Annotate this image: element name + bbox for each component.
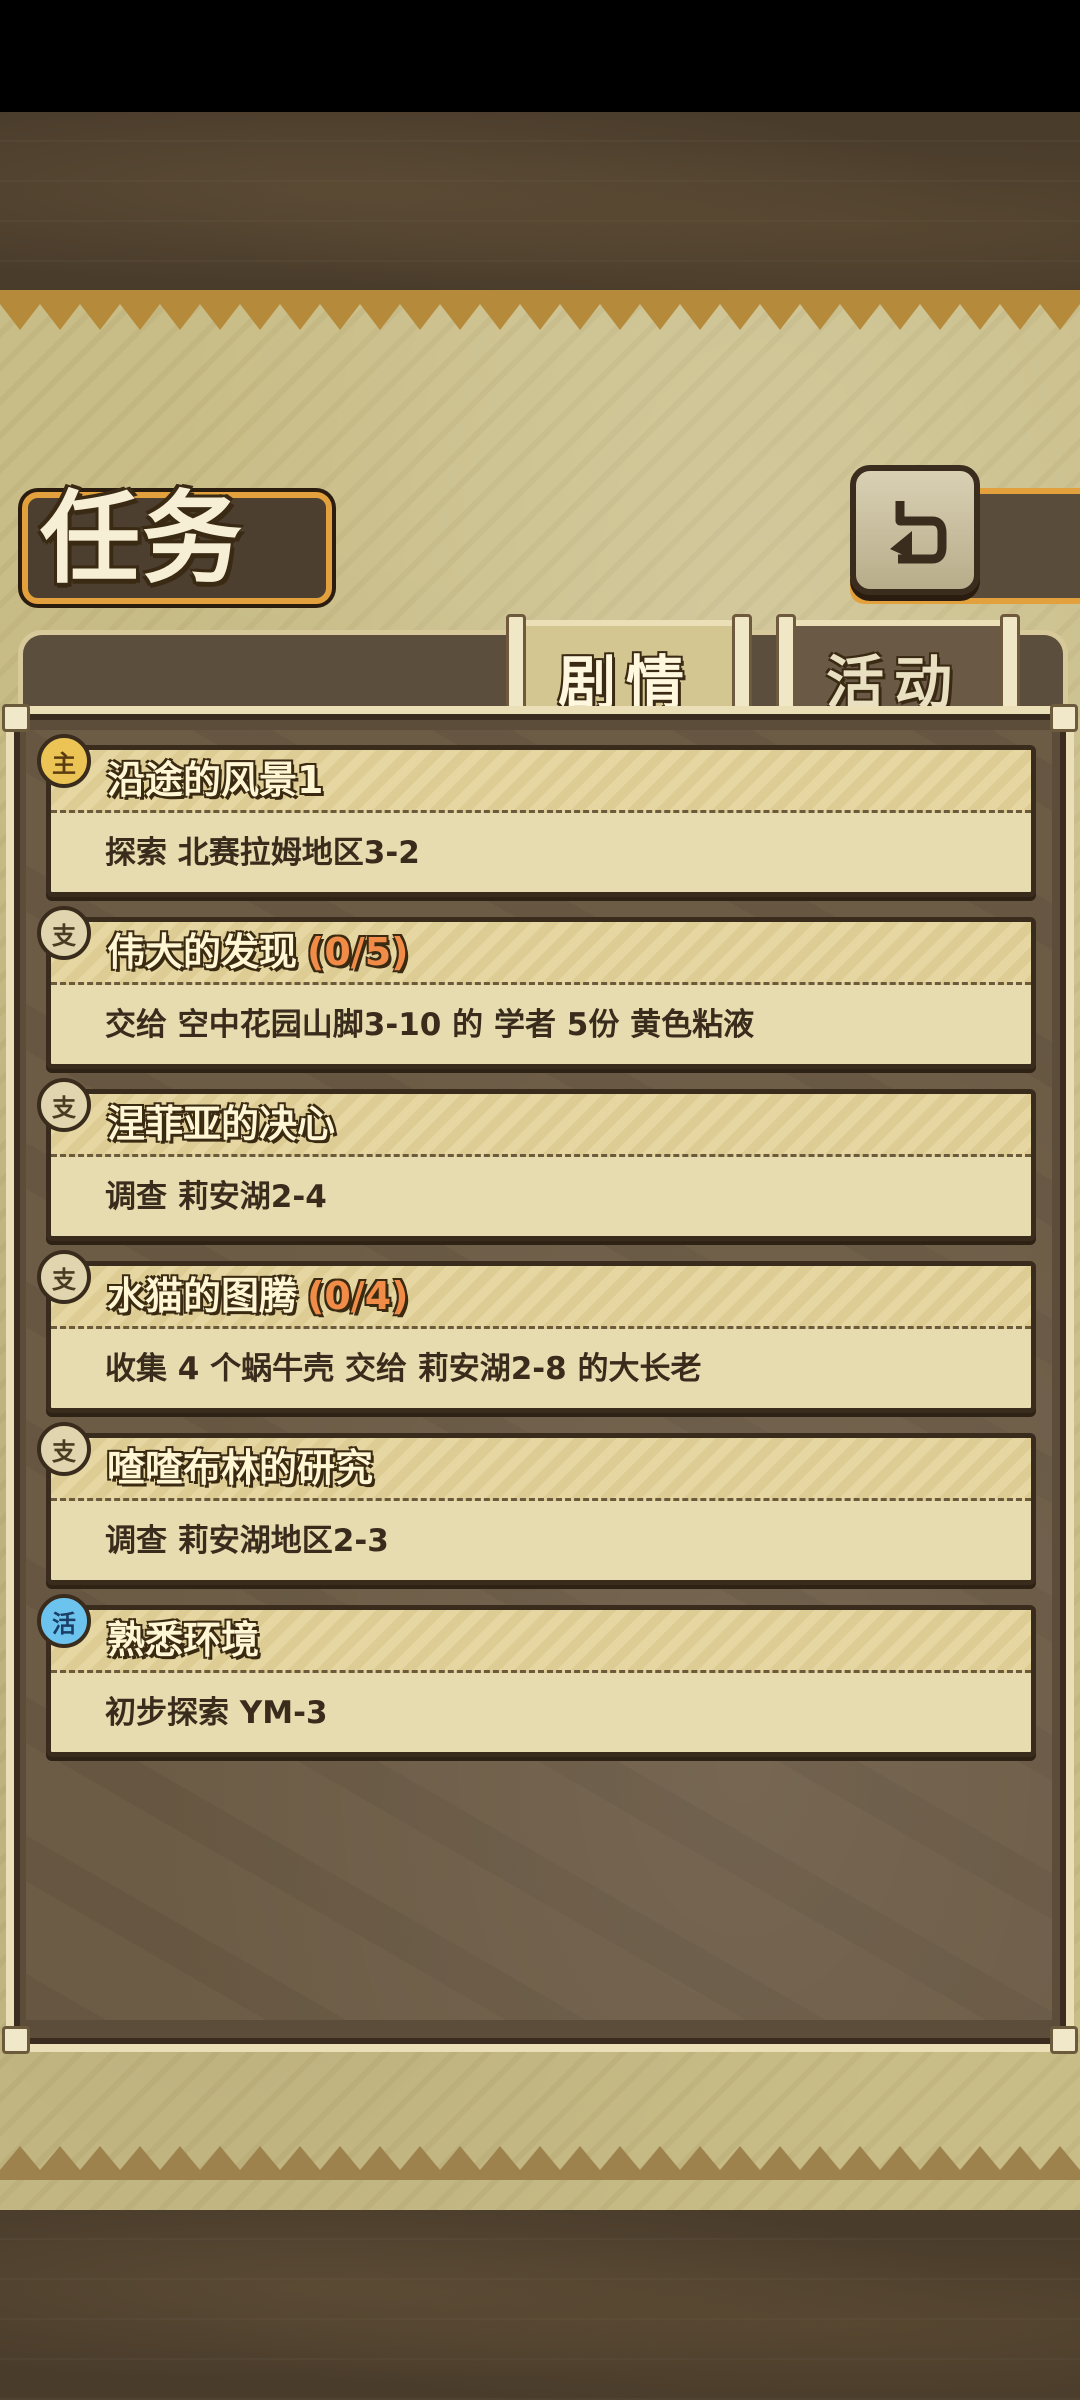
quest-title-row: 伟大的发现 (0/5) — [51, 922, 1031, 985]
quest-description: 交给 空中花园山脚3-10 的 学者 5份 黄色粘液 — [105, 1007, 755, 1043]
quest-item[interactable]: 熟悉环境 初步探索 YM-3 活 — [37, 1594, 1036, 1757]
back-button[interactable] — [850, 465, 980, 595]
quest-description: 收集 4 个蜗牛壳 交给 莉安湖2-8 的大长老 — [105, 1351, 702, 1387]
quest-title-row: 熟悉环境 — [51, 1610, 1031, 1673]
quest-title: 水猫的图腾 (0/4) — [107, 1274, 409, 1318]
quest-description: 调查 莉安湖地区2-3 — [105, 1523, 389, 1559]
quest-description: 调查 莉安湖2-4 — [105, 1179, 327, 1215]
quest-item[interactable]: 水猫的图腾 (0/4) 收集 4 个蜗牛壳 交给 莉安湖2-8 的大长老 支 — [37, 1250, 1036, 1413]
quest-description: 初步探索 YM-3 — [105, 1695, 328, 1731]
zigzag-border-top — [0, 296, 1080, 330]
page-title: 任务 — [40, 479, 244, 597]
world-map-background-bottom — [0, 2210, 1080, 2400]
quest-item[interactable]: 伟大的发现 (0/5) 交给 空中花园山脚3-10 的 学者 5份 黄色粘液 支 — [37, 906, 1036, 1069]
quest-item[interactable]: 喳喳布林的研究 调查 莉安湖地区2-3 支 — [37, 1422, 1036, 1585]
event-quest-badge-icon: 活 — [37, 1594, 91, 1648]
quest-title-row: 水猫的图腾 (0/4) — [51, 1266, 1031, 1329]
return-arrow-icon — [890, 501, 947, 564]
main-quest-badge-icon: 主 — [37, 734, 91, 788]
side-quest-badge-icon: 支 — [37, 1250, 91, 1304]
quest-title: 沿途的风景1 — [107, 758, 324, 802]
quest-description: 探索 北赛拉姆地区3-2 — [105, 835, 420, 871]
world-map-background-top — [0, 112, 1080, 302]
side-quest-badge-icon: 支 — [37, 1078, 91, 1132]
quest-title-row: 喳喳布林的研究 — [51, 1438, 1031, 1501]
zigzag-border-bottom — [0, 2146, 1080, 2180]
frame-corner — [1050, 704, 1078, 732]
quest-title-row: 沿途的风景1 — [51, 750, 1031, 813]
status-bar — [0, 0, 1080, 112]
quest-title: 涅菲亚的决心 — [107, 1102, 336, 1146]
quest-item[interactable]: 涅菲亚的决心 调查 莉安湖2-4 支 — [37, 1078, 1036, 1241]
quest-title: 伟大的发现 (0/5) — [107, 930, 409, 974]
quest-title: 喳喳布林的研究 — [107, 1446, 374, 1490]
side-quest-badge-icon: 支 — [37, 906, 91, 960]
frame-corner — [2, 704, 30, 732]
side-quest-badge-icon: 支 — [37, 1422, 91, 1476]
frame-corner — [1050, 2026, 1078, 2054]
quest-title-row: 涅菲亚的决心 — [51, 1094, 1031, 1157]
quest-progress: (0/5) — [307, 930, 409, 974]
quest-title: 熟悉环境 — [107, 1618, 260, 1662]
quest-item[interactable]: 沿途的风景1 探索 北赛拉姆地区3-2 主 — [37, 734, 1036, 897]
quest-progress: (0/4) — [307, 1274, 409, 1318]
frame-corner — [2, 2026, 30, 2054]
